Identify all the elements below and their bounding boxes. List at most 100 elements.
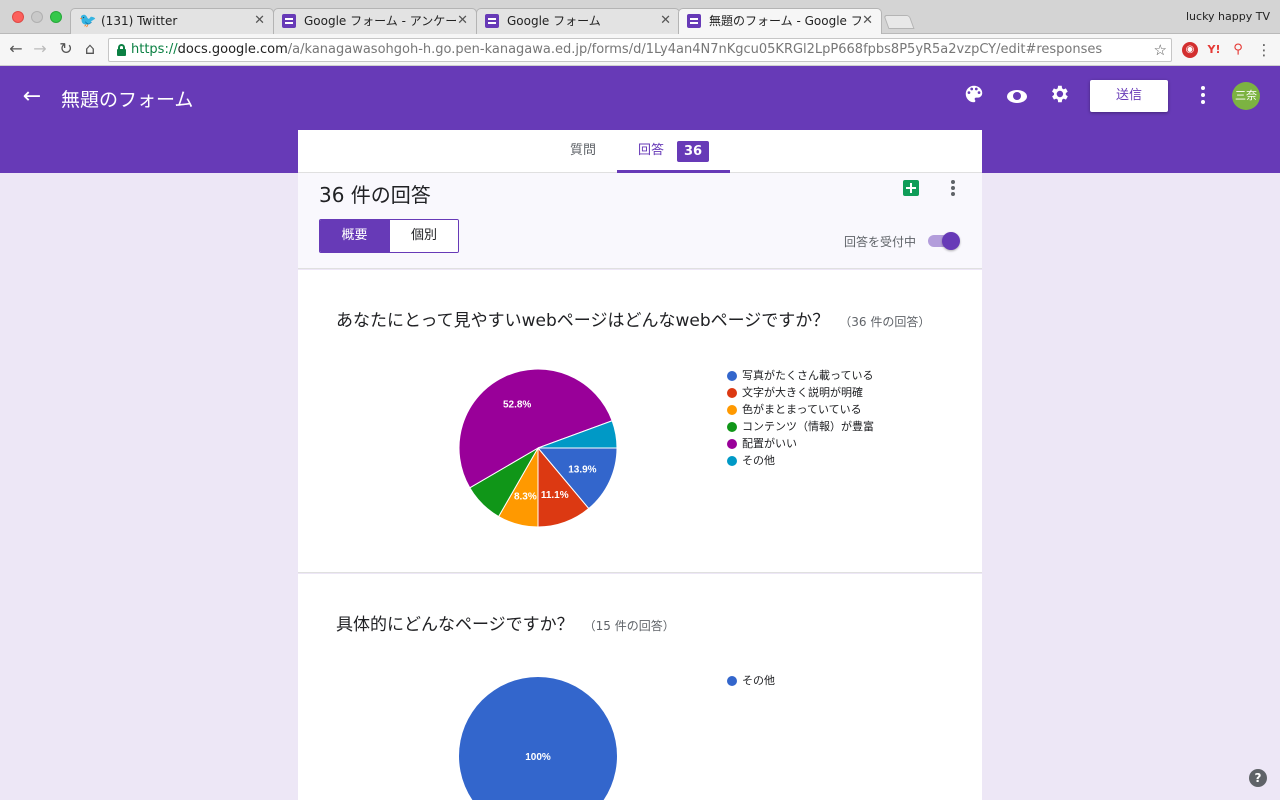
close-icon[interactable]: ✕ [254, 9, 265, 33]
legend-label: その他 [742, 674, 775, 687]
legend-dot [727, 422, 737, 432]
browser-tab-forms[interactable]: Google フォーム ✕ [476, 8, 680, 34]
legend-dot [727, 439, 737, 449]
help-icon[interactable]: ? [1249, 769, 1267, 787]
chart-legend: 写真がたくさん載っている 文字が大きく説明が明確 色がまとまっていている コンテ… [727, 367, 874, 469]
legend-item: 配置がいい [727, 435, 874, 452]
palette-icon[interactable] [961, 83, 987, 109]
browser-tab-twitter[interactable]: 🐦 (131) Twitter ✕ [70, 8, 274, 34]
url-scheme: https:// [131, 42, 178, 57]
profile-name[interactable]: lucky happy TV [1186, 10, 1270, 23]
yahoo-extension-icon[interactable]: Y! [1206, 42, 1222, 58]
accepting-responses-toggle[interactable] [928, 232, 960, 250]
pie-slice-label: 11.1% [541, 490, 569, 501]
pie-chart: 13.9% 11.1% 8.3% 52.8% [458, 368, 618, 528]
responses-count-badge: 36 [677, 141, 709, 162]
legend-label: 写真がたくさん載っている [742, 369, 874, 382]
form-tabs: 質問 回答 36 [298, 130, 982, 173]
reload-icon[interactable]: ↻ [56, 39, 76, 59]
question-title-text: 具体的にどんなページですか？ [336, 615, 574, 635]
bookmark-star-icon[interactable]: ☆ [1154, 39, 1167, 61]
url-text: https://docs.google.com/a/kanagawasohgoh… [131, 39, 1102, 61]
legend-dot [727, 676, 737, 686]
question-card: あなたにとって見やすいwebページはどんなwebページですか？ （36 件の回答）… [298, 270, 982, 573]
pie-slice-label: 8.3% [514, 491, 537, 502]
send-button[interactable]: 送信 [1090, 80, 1168, 112]
url-path: /a/kanagawasohgoh-h.go.pen-kanagawa.ed.j… [287, 42, 1103, 57]
legend-item: その他 [727, 452, 874, 469]
legend-item: 写真がたくさん載っている [727, 367, 874, 384]
legend-item: 文字が大きく説明が明確 [727, 384, 874, 401]
close-icon[interactable]: ✕ [457, 9, 468, 33]
summary-view-button[interactable]: 概要 [320, 220, 389, 252]
accepting-responses-label: 回答を受付中 [844, 235, 917, 249]
browser-toolbar: ← → ↻ ⌂ https://docs.google.com/a/kanaga… [0, 34, 1280, 66]
legend-dot [727, 456, 737, 466]
tab-responses[interactable]: 回答 36 [617, 130, 730, 173]
browser-tab-strip: 🐦 (131) Twitter ✕ Google フォーム - アンケートを作 … [0, 0, 1280, 35]
browser-menu-icon[interactable]: ⋮ [1256, 42, 1272, 58]
pie-slice-label: 100% [525, 752, 551, 763]
tab-questions[interactable]: 質問 [570, 130, 596, 173]
form-title[interactable]: 無題のフォーム [61, 85, 193, 112]
pie-slice-label: 52.8% [503, 400, 531, 411]
response-count-heading: 36 件の回答 [319, 183, 431, 207]
lock-icon [117, 44, 126, 56]
tab-responses-label: 回答 [638, 143, 665, 158]
legend-label: 文字が大きく説明が明確 [742, 386, 863, 399]
pie-chart: 100% [459, 677, 617, 800]
tab-title: 無題のフォーム - Google フォーム [709, 14, 861, 28]
maximize-window-button[interactable] [50, 11, 62, 23]
question-response-count: （15 件の回答） [583, 619, 675, 633]
legend-label: その他 [742, 454, 775, 467]
pie-slice-label: 13.9% [568, 465, 596, 476]
pie-slice[interactable] [459, 677, 617, 800]
avatar[interactable]: 三奈 [1232, 82, 1260, 110]
more-options-icon[interactable] [1196, 84, 1210, 108]
close-icon[interactable]: ✕ [660, 9, 671, 33]
legend-dot [727, 405, 737, 415]
more-options-icon[interactable] [950, 179, 956, 197]
home-icon[interactable]: ⌂ [80, 39, 100, 59]
trend-micro-extension-icon[interactable]: ◉ [1182, 42, 1198, 58]
browser-tab-forms-create[interactable]: Google フォーム - アンケートを作 ✕ [273, 8, 477, 34]
search-extension-icon[interactable]: ⚲ [1230, 42, 1246, 58]
legend-dot [727, 388, 737, 398]
legend-dot [727, 371, 737, 381]
toggle-knob [942, 232, 960, 250]
twitter-icon: 🐦 [79, 13, 97, 29]
question-response-count: （36 件の回答） [839, 315, 931, 329]
forms-icon [687, 14, 701, 28]
legend-label: 配置がいい [742, 437, 797, 450]
view-toggle: 概要 個別 [319, 219, 459, 253]
legend-item: 色がまとまっていている [727, 401, 874, 418]
tab-title: Google フォーム [507, 14, 601, 28]
gear-icon[interactable] [1046, 83, 1072, 109]
close-icon[interactable]: ✕ [862, 9, 873, 33]
legend-label: コンテンツ（情報）が豊富 [742, 420, 874, 433]
question-title: 具体的にどんなページですか？ （15 件の回答） [336, 610, 675, 635]
sheets-icon[interactable] [903, 180, 919, 196]
back-arrow-icon[interactable]: ← [6, 39, 26, 59]
legend-item: コンテンツ（情報）が豊富 [727, 418, 874, 435]
close-window-button[interactable] [12, 11, 24, 23]
eye-shape [1007, 90, 1027, 103]
question-title: あなたにとって見やすいwebページはどんなwebページですか？ （36 件の回答） [336, 306, 930, 331]
chart-legend: その他 [727, 672, 775, 689]
minimize-window-button[interactable] [31, 11, 43, 23]
forms-icon [485, 14, 499, 28]
question-card: 具体的にどんなページですか？ （15 件の回答） 100% その他 [298, 574, 982, 800]
address-bar[interactable]: https://docs.google.com/a/kanagawasohgoh… [108, 38, 1172, 62]
tab-title: Google フォーム - アンケートを作 [304, 14, 456, 28]
forward-arrow-icon[interactable]: → [30, 39, 50, 59]
question-title-text: あなたにとって見やすいwebページはどんなwebページですか？ [336, 311, 830, 331]
browser-tab-untitled-form[interactable]: 無題のフォーム - Google フォーム ✕ [678, 8, 882, 35]
legend-item: その他 [727, 672, 775, 689]
individual-view-button[interactable]: 個別 [389, 220, 458, 252]
responses-summary-header: 36 件の回答 概要 個別 回答を受付中 [298, 173, 982, 269]
new-tab-button[interactable] [883, 15, 915, 29]
tab-title: (131) Twitter [101, 14, 178, 28]
preview-eye-icon[interactable] [1004, 83, 1030, 109]
url-host: docs.google.com [177, 42, 288, 57]
back-arrow-icon[interactable]: ← [18, 83, 46, 111]
